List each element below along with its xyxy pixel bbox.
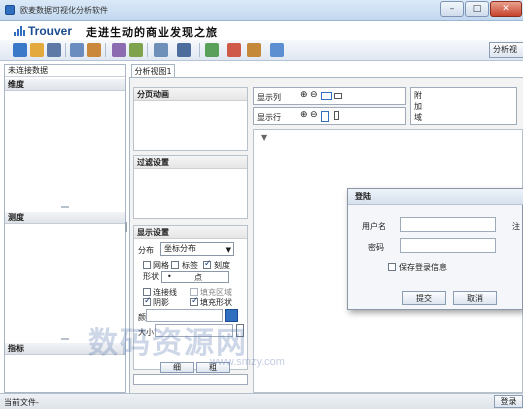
fill-shape-checkbox[interactable]	[190, 296, 199, 306]
measures-section-header[interactable]: 测度	[5, 212, 125, 224]
slogan: 走进生动的商业发现之旅	[86, 26, 218, 39]
login-button[interactable]: 登录	[494, 395, 523, 408]
zoom-in-icon[interactable]: ⊕	[300, 110, 308, 120]
page-animation-box: 分页动画	[133, 87, 248, 151]
bottom-input[interactable]	[133, 374, 248, 385]
toolbar-separator	[147, 43, 148, 57]
watermark-url: www.smzy.com	[210, 356, 285, 368]
dot-icon: •	[167, 272, 172, 281]
rows-shelf-label: 显示行	[257, 113, 281, 122]
status-text: 当前文件-	[4, 398, 39, 407]
upload-icon[interactable]	[270, 43, 284, 57]
page-animation-header: 分页动画	[134, 88, 247, 101]
column-layout-icon[interactable]	[321, 111, 329, 122]
scale-checkbox[interactable]	[203, 259, 212, 269]
columns-shelf-label: 显示列	[257, 93, 281, 102]
close-button[interactable]: ✕	[490, 1, 522, 17]
logo-icon	[14, 26, 26, 36]
row-layout-icon[interactable]	[334, 111, 339, 120]
add-connection-icon[interactable]	[205, 43, 219, 57]
column-layout-icon[interactable]	[321, 92, 332, 100]
filter-settings-header: 过滤设置	[134, 156, 247, 169]
remember-checkbox[interactable]	[388, 263, 396, 271]
zoom-out-icon[interactable]: ⊖	[310, 90, 318, 100]
toolbar-separator	[199, 43, 200, 57]
shape-label: 形状	[143, 272, 159, 281]
dimensions-section-header[interactable]: 维度	[5, 79, 125, 91]
logo-text: Trouver	[28, 24, 73, 38]
grid-checkbox[interactable]	[143, 261, 151, 269]
save-icon[interactable]	[47, 43, 61, 57]
maximize-button[interactable]: □	[465, 1, 489, 17]
labels-label: 标签	[182, 261, 198, 270]
fill-shape-label: 填充形状	[200, 298, 232, 307]
username-input[interactable]	[400, 217, 496, 232]
app-icon	[5, 5, 15, 15]
shadow-checkbox[interactable]	[143, 296, 152, 306]
status-bar	[0, 393, 523, 409]
zoom-in-icon[interactable]: ⊕	[300, 90, 308, 100]
login-dialog-title: 登陆	[348, 189, 523, 205]
labels-checkbox[interactable]	[171, 261, 179, 269]
chevron-down-icon: ▼	[225, 246, 231, 254]
thin-button[interactable]: 细	[160, 362, 194, 373]
panel-splitter[interactable]	[125, 222, 127, 232]
window-title: 欧麦数据可视化分析软件	[20, 6, 108, 15]
password-input[interactable]	[400, 238, 496, 253]
shape-select-value: 点	[194, 273, 202, 282]
username-label: 用户名	[362, 222, 386, 231]
fill-region-checkbox[interactable]	[190, 288, 198, 296]
zoom-out-icon[interactable]: ⊖	[310, 110, 318, 120]
display-settings-header: 显示设置	[134, 226, 247, 239]
table-icon[interactable]	[70, 43, 84, 57]
distribution-select-value: 坐标分布	[164, 244, 196, 253]
columns-shelf[interactable]: 显示列 ⊕ ⊖	[253, 87, 406, 105]
filter-settings-box: 过滤设置	[133, 155, 248, 219]
rows-shelf[interactable]: 显示行 ⊕ ⊖	[253, 107, 406, 125]
sort-desc-icon[interactable]	[129, 43, 143, 57]
grid-icon[interactable]	[87, 43, 101, 57]
extra-fields-shelf[interactable]: 附加域	[410, 87, 517, 125]
new-file-icon[interactable]	[13, 43, 27, 57]
grid-label: 网格	[153, 261, 169, 270]
splitter-grip[interactable]	[61, 206, 69, 208]
distribution-label: 分布	[138, 246, 154, 255]
remove-connection-icon[interactable]	[227, 43, 241, 57]
connect-line-checkbox[interactable]	[143, 288, 151, 296]
shadow-label: 阴影	[153, 298, 169, 307]
password-label: 密码	[368, 243, 384, 252]
cancel-button[interactable]: 取消	[453, 291, 497, 305]
splitter-grip[interactable]	[61, 338, 69, 340]
minimize-button[interactable]: –	[440, 1, 464, 17]
row-layout-icon[interactable]	[334, 93, 342, 99]
swap-icon[interactable]	[154, 43, 168, 57]
tab-analysis-view-1[interactable]: 分析视图1	[131, 64, 175, 78]
sort-asc-icon[interactable]	[112, 43, 126, 57]
export-icon[interactable]	[177, 43, 191, 57]
open-folder-icon[interactable]	[30, 43, 44, 57]
shape-select[interactable]: • 点	[161, 271, 229, 283]
submit-button[interactable]: 提交	[402, 291, 446, 305]
distribution-select[interactable]: 坐标分布 ▼	[160, 242, 234, 256]
toolbar-separator	[65, 43, 66, 57]
scale-label: 刻度	[214, 261, 230, 270]
banner	[0, 22, 523, 40]
register-link[interactable]: 注	[512, 221, 520, 232]
analysis-view-button[interactable]: 分析视	[489, 42, 523, 58]
data-connection-status: 未连接数据	[5, 65, 125, 77]
edit-connection-icon[interactable]	[247, 43, 261, 57]
extra-fields-label: 附加域	[414, 91, 422, 122]
collapse-triangle-icon[interactable]: ▼	[261, 133, 267, 142]
toolbar-separator	[105, 43, 106, 57]
remember-label: 保存登录信息	[399, 263, 447, 272]
